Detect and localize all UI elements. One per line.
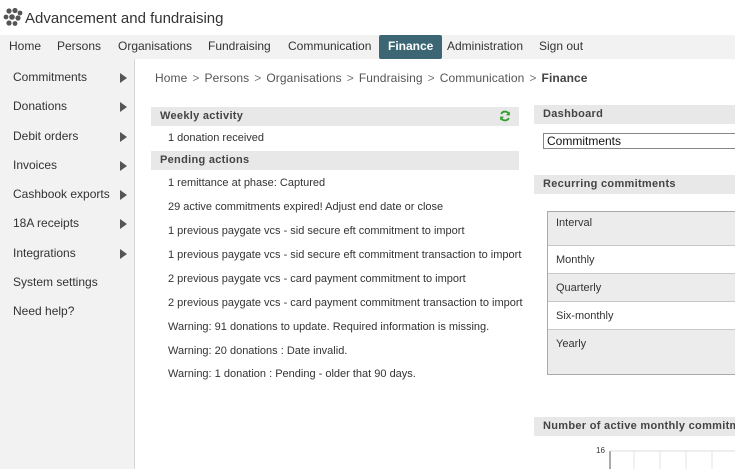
chevron-right-icon [120, 73, 127, 83]
pending-action-item[interactable]: Warning: 1 donation : Pending - older th… [168, 368, 416, 380]
weekly-activity-header: Weekly activity [151, 107, 519, 126]
app-title: Advancement and fundraising [25, 10, 224, 27]
sidebar-item-label: Integrations [13, 246, 76, 260]
sidebar-item-system-settings[interactable]: System settings [13, 272, 131, 292]
nav-finance[interactable]: Finance [379, 35, 443, 59]
pending-action-item[interactable]: 1 remittance at phase: Captured [168, 177, 325, 189]
nav-administration[interactable]: Administration [445, 35, 525, 59]
pending-actions-header: Pending actions [151, 151, 519, 170]
chevron-right-icon [120, 132, 127, 142]
sidebar-item-cashbook-exports[interactable]: Cashbook exports [13, 184, 131, 204]
sidebar-item-debit-orders[interactable]: Debit orders [13, 126, 131, 146]
nav-persons[interactable]: Persons [55, 35, 103, 59]
monthly-chart-title: Number of active monthly commitme [543, 420, 735, 432]
sidebar-item-label: 18A receipts [13, 216, 80, 230]
breadcrumb-fundraising[interactable]: Fundraising [359, 71, 423, 85]
chart-grid [609, 450, 735, 469]
pending-actions-title: Pending actions [160, 154, 250, 166]
sidebar-item-label: Donations [13, 99, 68, 113]
sidebar-item-integrations[interactable]: Integrations [13, 243, 131, 263]
nav-fundraising[interactable]: Fundraising [206, 35, 273, 59]
nav-communication[interactable]: Communication [286, 35, 373, 59]
recurring-commitments-header: Recurring commitments [534, 175, 735, 194]
breadcrumb: Home > Persons > Organisations > Fundraising > C… [155, 71, 588, 85]
sidebar-item-label: Need help? [13, 304, 75, 318]
breadcrumb-separator: > [529, 71, 537, 85]
top-nav: Home Persons Organisations Fundraising C… [0, 35, 735, 59]
pending-action-item[interactable]: Warning: 20 donations : Date invalid. [168, 345, 347, 357]
monthly-commitments-chart: 16 [534, 437, 735, 469]
sidebar-item-label: Cashbook exports [13, 187, 110, 201]
table-row: Quarterly [548, 274, 735, 302]
breadcrumb-separator: > [254, 71, 262, 85]
breadcrumb-persons[interactable]: Persons [205, 71, 250, 85]
sidebar-item-need-help[interactable]: Need help? [13, 301, 131, 321]
refresh-icon[interactable] [499, 110, 511, 122]
table-row: Yearly [548, 330, 735, 374]
nav-home[interactable]: Home [7, 35, 43, 59]
weekly-activity-item: 1 donation received [168, 132, 265, 144]
sidebar-item-label: Debit orders [13, 129, 79, 143]
pending-action-item[interactable]: 1 previous paygate vcs - sid secure eft … [168, 249, 521, 261]
pending-action-item[interactable]: Warning: 91 donations to update. Require… [168, 321, 489, 333]
recurring-commitments-title: Recurring commitments [543, 178, 676, 190]
chevron-right-icon [120, 219, 127, 229]
sidebar-item-label: Invoices [13, 158, 58, 172]
table-row: Monthly [548, 246, 735, 274]
breadcrumb-separator: > [427, 71, 435, 85]
sidebar-item-donations[interactable]: Donations [13, 96, 131, 116]
chevron-right-icon [120, 102, 127, 112]
breadcrumb-separator: > [192, 71, 200, 85]
chevron-right-icon [120, 190, 127, 200]
breadcrumb-current: Finance [541, 71, 588, 85]
breadcrumb-home[interactable]: Home [155, 71, 187, 85]
sidebar-item-label: Commitments [13, 70, 88, 84]
dashboard-title: Dashboard [543, 108, 604, 120]
dashboard-select[interactable]: Commitments [543, 133, 735, 149]
sidebar: Commitments Donations Debit orders Invoi… [0, 59, 135, 469]
chevron-right-icon [120, 249, 127, 259]
paw-logo-icon [3, 7, 23, 26]
sidebar-item-label: System settings [13, 275, 98, 289]
dashboard-header: Dashboard [534, 105, 735, 124]
recurring-commitments-table: Interval Monthly Quarterly Six-monthly Y… [547, 211, 735, 375]
monthly-chart-header: Number of active monthly commitme [534, 417, 735, 436]
pending-action-item[interactable]: 2 previous paygate vcs - card payment co… [168, 273, 466, 285]
sidebar-item-invoices[interactable]: Invoices [13, 155, 131, 175]
table-header: Interval [548, 212, 735, 246]
pending-action-item[interactable]: 29 active commitments expired! Adjust en… [168, 201, 443, 213]
breadcrumb-communication[interactable]: Communication [440, 71, 525, 85]
pending-action-item[interactable]: 2 previous paygate vcs - card payment co… [168, 297, 523, 309]
nav-organisations[interactable]: Organisations [116, 35, 194, 59]
breadcrumb-organisations[interactable]: Organisations [266, 71, 341, 85]
weekly-activity-title: Weekly activity [160, 110, 244, 122]
sidebar-item-commitments[interactable]: Commitments [13, 67, 131, 87]
pending-action-item[interactable]: 1 previous paygate vcs - sid secure eft … [168, 225, 465, 237]
sidebar-item-18a-receipts[interactable]: 18A receipts [13, 213, 131, 233]
nav-sign-out[interactable]: Sign out [537, 35, 585, 59]
app-header: Advancement and fundraising [0, 0, 735, 35]
chevron-right-icon [120, 161, 127, 171]
table-row: Six-monthly [548, 302, 735, 330]
breadcrumb-separator: > [346, 71, 354, 85]
